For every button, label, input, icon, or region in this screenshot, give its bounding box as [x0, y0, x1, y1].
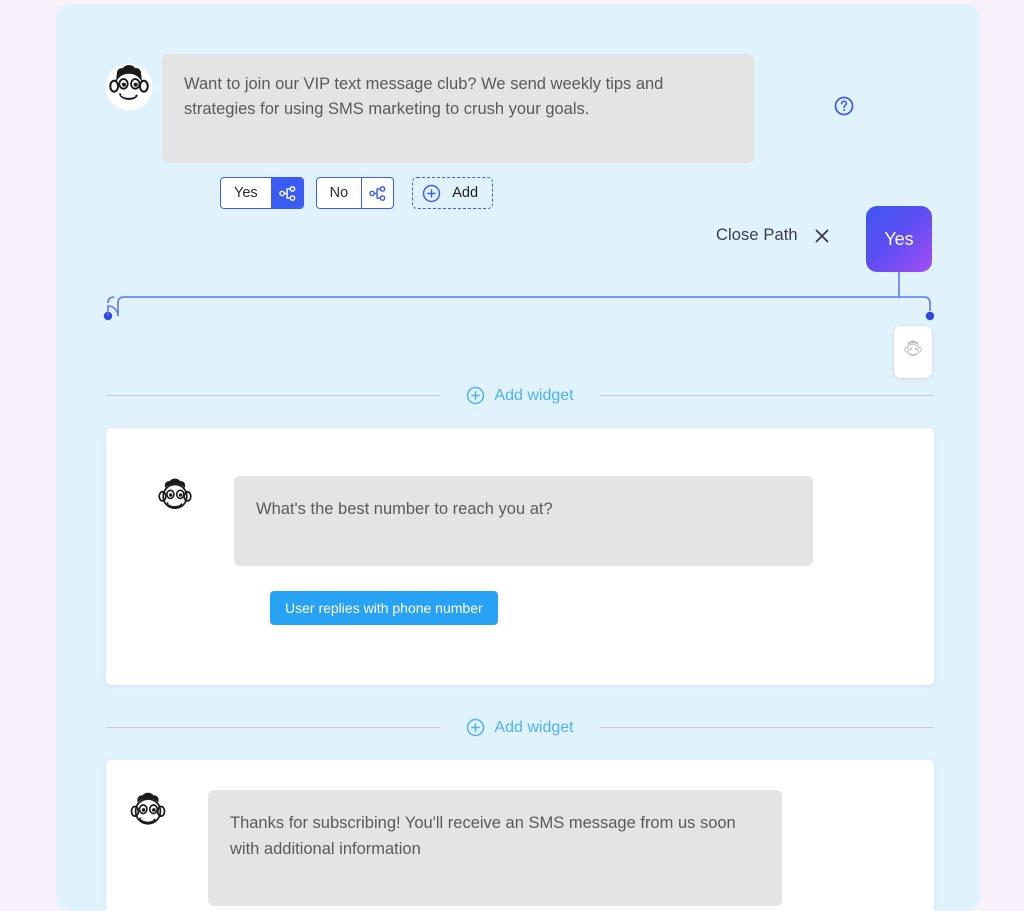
widget-message-row: Thanks for subscribing! You'll receive a… — [106, 760, 934, 906]
widget-message-bubble: What's the best number to reach you at? — [234, 476, 813, 566]
flow-builder-canvas: Want to join our VIP text message club? … — [56, 4, 980, 911]
answer-chip-yes-label: Yes — [221, 178, 271, 208]
freddie-monkey-avatar-icon — [104, 62, 154, 112]
close-path-control[interactable]: Close Path — [716, 226, 830, 245]
plus-circle-icon — [422, 184, 441, 203]
ghost-placeholder-node[interactable] — [894, 326, 932, 378]
path-node-yes-label: Yes — [884, 228, 914, 249]
plus-circle-icon — [466, 718, 485, 737]
freddie-monkey-placeholder-icon — [902, 339, 924, 366]
freddie-monkey-avatar-icon — [154, 476, 196, 518]
top-message-bubble: Want to join our VIP text message club? … — [162, 54, 754, 163]
answer-chips-row: Yes No Add — [220, 177, 944, 209]
top-message-block: Want to join our VIP text message club? … — [104, 54, 944, 209]
question-circle-icon[interactable] — [834, 96, 854, 121]
plus-circle-icon — [466, 386, 485, 405]
user-reply-chip[interactable]: User replies with phone number — [270, 591, 498, 625]
branch-node-icon[interactable] — [361, 178, 393, 208]
path-node-yes[interactable]: Yes — [866, 206, 932, 272]
answer-chip-yes[interactable]: Yes — [220, 177, 304, 209]
add-widget-button[interactable]: Add widget — [440, 718, 599, 737]
widget-message-bubble: Thanks for subscribing! You'll receive a… — [208, 790, 782, 906]
divider-line-right — [599, 726, 935, 729]
widget-message-row: What's the best number to reach you at? — [106, 428, 934, 566]
close-x-icon[interactable] — [814, 228, 830, 244]
widget-card[interactable]: What's the best number to reach you at? … — [106, 428, 934, 685]
widget-card[interactable]: Thanks for subscribing! You'll receive a… — [106, 760, 934, 911]
answer-chip-no[interactable]: No — [315, 177, 395, 209]
divider-line-left — [106, 394, 441, 397]
divider-line-right — [599, 394, 935, 397]
add-widget-divider[interactable]: Add widget — [106, 386, 935, 405]
close-path-label: Close Path — [716, 226, 798, 244]
add-widget-label: Add widget — [494, 386, 574, 404]
divider-line-left — [106, 726, 441, 729]
top-message-row: Want to join our VIP text message club? … — [104, 54, 944, 163]
answer-chip-no-label: No — [316, 178, 362, 208]
user-reply-chip-label: User replies with phone number — [285, 600, 483, 616]
add-widget-divider[interactable]: Add widget — [106, 718, 935, 737]
add-answer-button[interactable]: Add — [412, 177, 494, 209]
add-answer-label: Add — [452, 185, 479, 201]
add-widget-button[interactable]: Add widget — [440, 386, 599, 405]
branch-node-icon[interactable] — [270, 178, 303, 208]
add-widget-label: Add widget — [494, 718, 574, 736]
freddie-monkey-avatar-icon — [126, 790, 170, 834]
